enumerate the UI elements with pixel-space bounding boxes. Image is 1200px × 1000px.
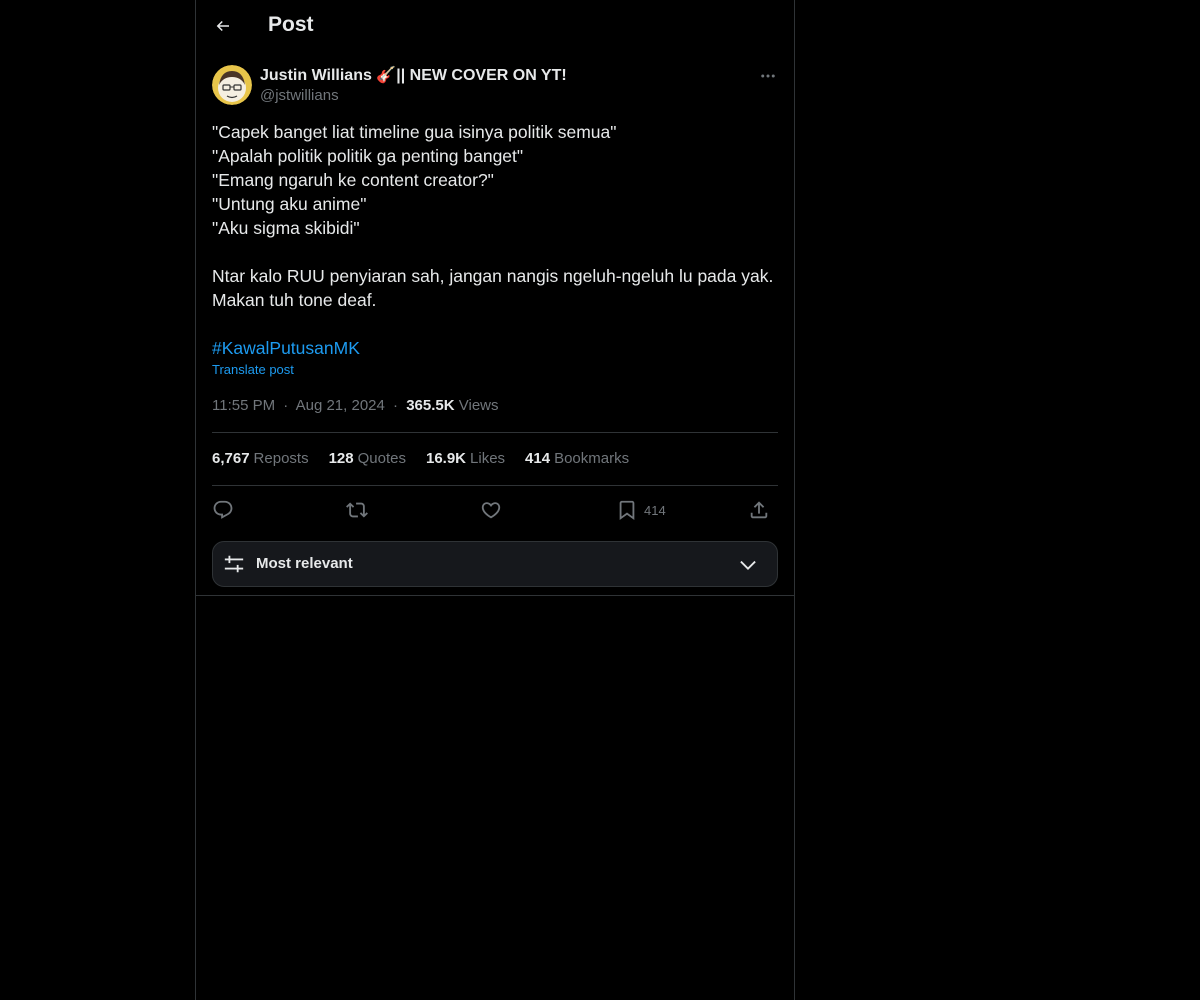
- avatar[interactable]: [212, 65, 252, 105]
- like-button[interactable]: [480, 496, 502, 524]
- stat-label: Reposts: [253, 450, 309, 467]
- post-column: Post Justin Willians 🎸|| NEW COVER ON YT…: [195, 0, 795, 1000]
- post-line: "Apalah politik politik ga penting bange…: [212, 146, 524, 166]
- stat-label: Quotes: [357, 450, 406, 467]
- sort-label: Most relevant: [256, 555, 353, 572]
- bookmark-button[interactable]: 414: [616, 496, 666, 524]
- hashtag-link[interactable]: #KawalPutusanMK: [212, 336, 782, 360]
- stat-label: Likes: [470, 450, 506, 467]
- post-text: "Capek banget liat timeline gua isinya p…: [212, 120, 782, 360]
- stat-count: 16.9K: [425, 450, 467, 467]
- post-meta: 11:55 PM · Aug 21, 2024 · 365.5K Views: [212, 397, 499, 414]
- stat-count: 128: [328, 450, 354, 467]
- post-line: "Aku sigma skibidi": [212, 218, 360, 238]
- post-line: "Emang ngaruh ke content creator?": [212, 170, 494, 190]
- heart-icon: [481, 502, 501, 519]
- header: Post: [196, 0, 794, 53]
- divider: [196, 595, 794, 596]
- reply-icon: [213, 500, 233, 519]
- reply-sort-dropdown[interactable]: Most relevant: [212, 541, 778, 587]
- more-icon: [761, 74, 775, 78]
- divider: [212, 432, 778, 433]
- more-options-button[interactable]: [756, 64, 780, 88]
- chevron-down-icon: [740, 560, 756, 570]
- post-line: Makan tuh tone deaf.: [212, 290, 377, 310]
- reply-button[interactable]: [212, 496, 234, 524]
- reposts-stat[interactable]: 6,767 Reposts: [212, 450, 309, 467]
- post-line: "Capek banget liat timeline gua isinya p…: [212, 122, 617, 142]
- bookmark-count: 414: [644, 502, 666, 518]
- author-handle[interactable]: @jstwillians: [260, 87, 339, 104]
- post-date[interactable]: Aug 21, 2024: [296, 397, 385, 414]
- arrow-left-icon: [216, 20, 229, 32]
- stat-label: Bookmarks: [554, 450, 630, 467]
- meta-separator: ·: [393, 397, 399, 414]
- back-button[interactable]: [206, 8, 240, 44]
- stat-count: 414: [525, 450, 551, 467]
- stat-count: 6,767: [212, 450, 250, 467]
- share-icon: [750, 501, 768, 519]
- meta-separator: ·: [283, 397, 289, 414]
- post-time[interactable]: 11:55 PM: [212, 397, 275, 414]
- views-label: Views: [458, 397, 499, 414]
- likes-stat[interactable]: 16.9K Likes: [426, 450, 505, 467]
- page-title: Post: [268, 13, 314, 36]
- divider: [212, 485, 778, 486]
- repost-button[interactable]: [346, 496, 368, 524]
- repost-icon: [346, 502, 368, 518]
- views-count: 365.5K: [406, 397, 455, 414]
- action-bar: 414: [212, 496, 778, 524]
- share-button[interactable]: [748, 496, 770, 524]
- bookmark-icon: [619, 500, 635, 521]
- avatar-image: [212, 65, 252, 105]
- quotes-stat[interactable]: 128 Quotes: [329, 450, 406, 467]
- author-name[interactable]: Justin Willians 🎸|| NEW COVER ON YT!: [260, 65, 567, 85]
- post-line: "Untung aku anime": [212, 194, 367, 214]
- bookmarks-stat[interactable]: 414 Bookmarks: [525, 450, 629, 467]
- post-stats: 6,767 Reposts 128 Quotes 16.9K Likes 414 Boo…: [212, 450, 629, 467]
- translate-post-link[interactable]: Translate post: [212, 362, 294, 377]
- post-line: Ntar kalo RUU penyiaran sah, jangan nang…: [212, 266, 774, 286]
- sliders-icon: [224, 555, 244, 573]
